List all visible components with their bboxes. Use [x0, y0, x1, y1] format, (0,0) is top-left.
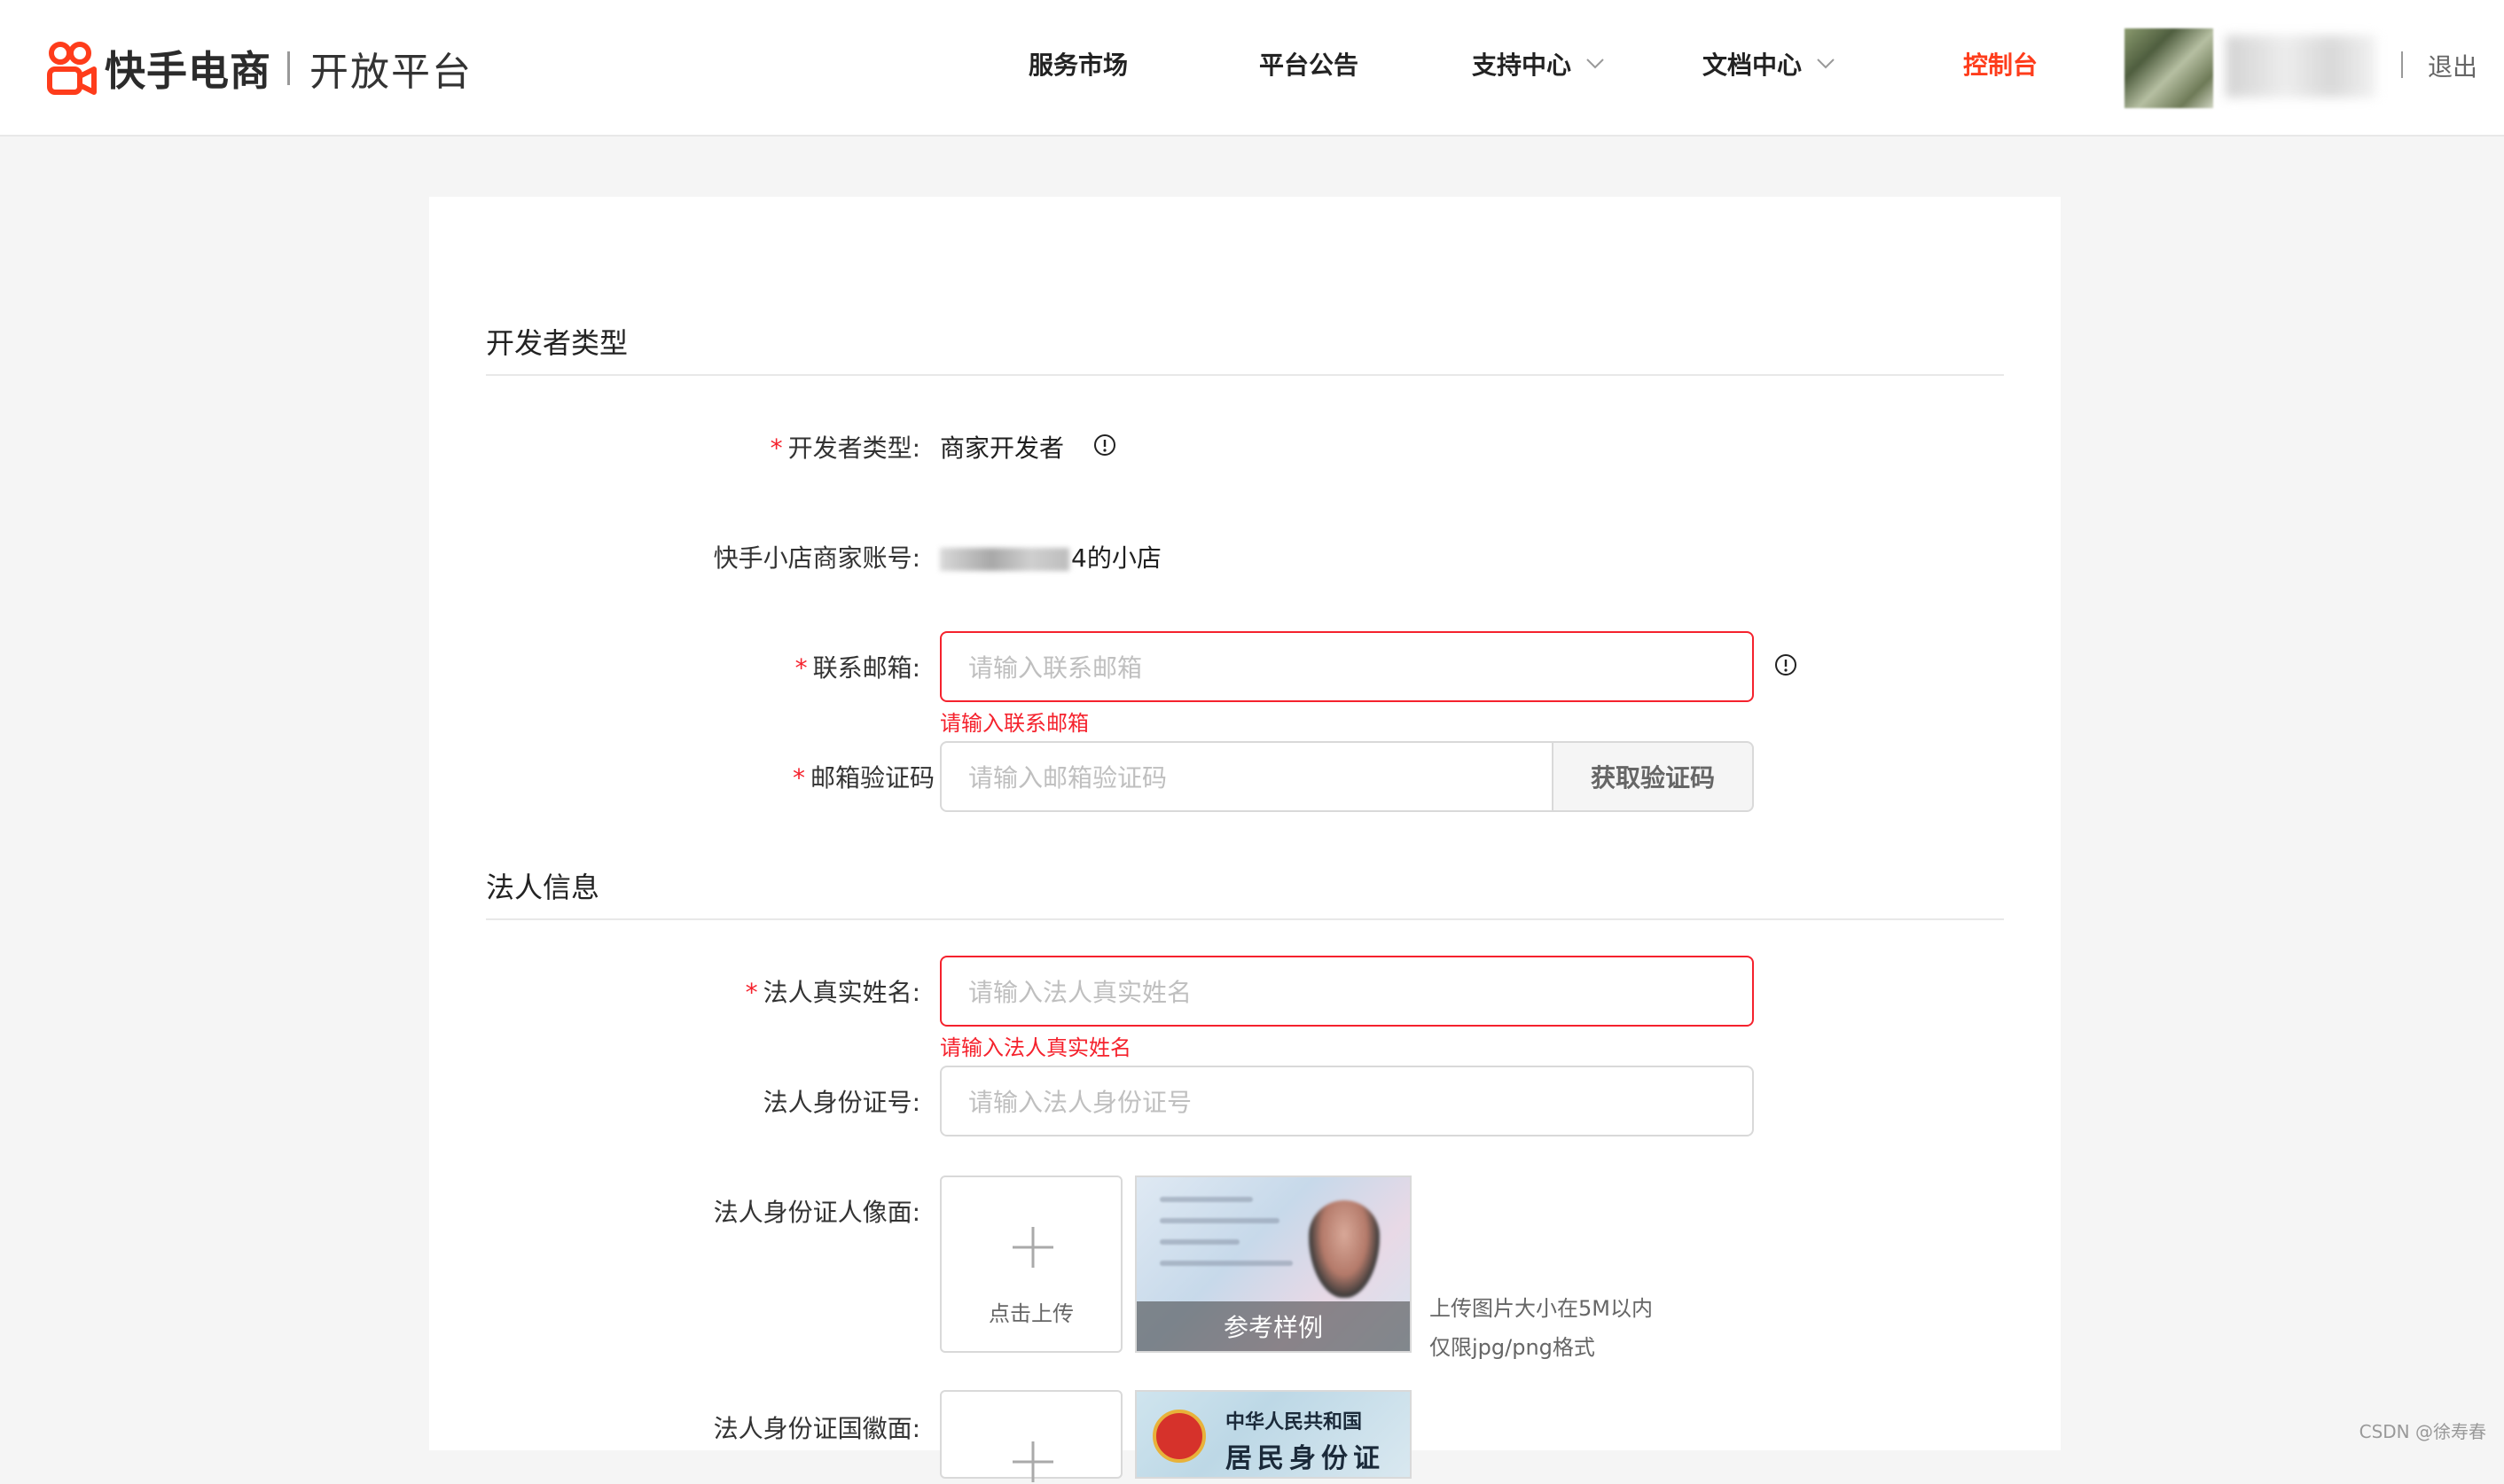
kuaishou-logo-icon	[44, 41, 98, 96]
sample-text-lines	[1160, 1197, 1293, 1294]
national-emblem-icon	[1153, 1410, 1206, 1463]
plus-icon	[1011, 1225, 1055, 1269]
legal-name-error: 请输入法人真实姓名	[940, 1030, 1131, 1061]
legal-name-input[interactable]: 请输入法人真实姓名	[940, 956, 1754, 1027]
info-icon[interactable]	[1092, 433, 1117, 457]
id-portrait-upload[interactable]: 点击上传	[940, 1175, 1123, 1353]
email-label: *联系邮箱:	[795, 649, 920, 684]
section-divider	[486, 918, 2004, 920]
chevron-down-icon	[1816, 58, 1835, 70]
required-mark: *	[771, 433, 783, 463]
legal-name-placeholder: 请输入法人真实姓名	[968, 973, 1192, 1009]
email-code-placeholder: 请输入邮箱验证码	[968, 759, 1167, 794]
brand-logo[interactable]: 快手电商 开放平台	[44, 37, 473, 99]
hint-format: 仅限jpg/png格式	[1429, 1328, 1653, 1367]
required-mark: *	[746, 978, 758, 1007]
nav-announcements[interactable]: 平台公告	[1259, 46, 1358, 82]
id-emblem-label: 法人身份证国徽面:	[714, 1410, 920, 1445]
legal-id-label: 法人身份证号:	[763, 1083, 920, 1119]
legal-id-placeholder: 请输入法人身份证号	[968, 1083, 1192, 1119]
nav-label: 服务市场	[1029, 46, 1128, 82]
masked-account	[940, 548, 1069, 571]
upload-text: 点击上传	[942, 1296, 1121, 1327]
legal-id-input[interactable]: 请输入法人身份证号	[940, 1066, 1754, 1136]
nav-docs-center[interactable]: 文档中心	[1702, 46, 1835, 82]
upload-hint: 上传图片大小在5M以内 仅限jpg/png格式	[1429, 1289, 1653, 1367]
top-header: 快手电商 开放平台 服务市场 平台公告 支持中心 文档中心 控制台 退出	[0, 0, 2504, 137]
shop-account-label: 快手小店商家账号:	[714, 539, 920, 574]
nav-console[interactable]: 控制台	[1963, 46, 2038, 82]
plus-icon	[1011, 1440, 1055, 1484]
nav-label: 支持中心	[1472, 46, 1571, 82]
nav-label: 文档中心	[1702, 46, 1802, 82]
brand-subtitle: 开放平台	[309, 40, 473, 97]
developer-type-label: *开发者类型:	[771, 429, 920, 465]
id-portrait-label: 法人身份证人像面:	[714, 1193, 920, 1229]
brand-divider	[287, 51, 290, 85]
section-title-developer: 开发者类型	[486, 321, 628, 362]
required-mark: *	[793, 763, 805, 793]
chevron-down-icon	[1585, 58, 1605, 70]
info-icon[interactable]	[1773, 652, 1798, 677]
email-code-input[interactable]: 请输入邮箱验证码	[940, 741, 1553, 812]
email-input[interactable]: 请输入联系邮箱	[940, 631, 1754, 702]
user-name-blurred	[2226, 35, 2376, 98]
header-divider	[2401, 51, 2403, 78]
label-text: 开发者类型:	[788, 433, 920, 463]
label-text: 法人真实姓名:	[763, 978, 920, 1007]
get-code-button[interactable]: 获取验证码	[1552, 741, 1754, 812]
account-suffix: 4的小店	[1071, 543, 1162, 573]
card-subtitle: 居民身份证	[1225, 1436, 1385, 1475]
email-error: 请输入联系邮箱	[940, 706, 1089, 737]
brand-name: 快手电商	[105, 39, 271, 98]
nav-support-center[interactable]: 支持中心	[1472, 46, 1605, 82]
logout-link[interactable]: 退出	[2428, 48, 2477, 83]
required-mark: *	[795, 653, 808, 683]
developer-type-value: 商家开发者	[940, 429, 1064, 465]
card-title: 中华人民共和国	[1225, 1406, 1362, 1434]
id-emblem-upload[interactable]	[940, 1390, 1123, 1479]
avatar[interactable]	[2124, 28, 2213, 108]
email-code-label: *邮箱验证码	[793, 759, 935, 794]
label-text: 联系邮箱:	[813, 653, 920, 683]
shop-account-value: 4的小店	[940, 539, 1162, 574]
legal-name-label: *法人真实姓名:	[746, 973, 920, 1009]
nav-label: 平台公告	[1259, 46, 1358, 82]
email-placeholder: 请输入联系邮箱	[968, 649, 1142, 684]
sample-portrait	[1309, 1200, 1380, 1298]
hint-size: 上传图片大小在5M以内	[1429, 1289, 1653, 1328]
form-card: 开发者类型 *开发者类型: 商家开发者 快手小店商家账号: 4的小店 *联系邮箱…	[429, 197, 2061, 1450]
id-portrait-sample[interactable]: 参考样例	[1135, 1175, 1412, 1353]
section-title-legal: 法人信息	[486, 865, 599, 906]
id-emblem-sample[interactable]: 中华人民共和国 居民身份证	[1135, 1390, 1412, 1479]
nav-service-market[interactable]: 服务市场	[1029, 46, 1128, 82]
watermark: CSDN @徐寿春	[2359, 1418, 2486, 1443]
nav-label: 控制台	[1963, 46, 2038, 82]
section-divider	[486, 374, 2004, 376]
sample-label: 参考样例	[1137, 1301, 1410, 1351]
label-text: 邮箱验证码	[810, 763, 935, 793]
